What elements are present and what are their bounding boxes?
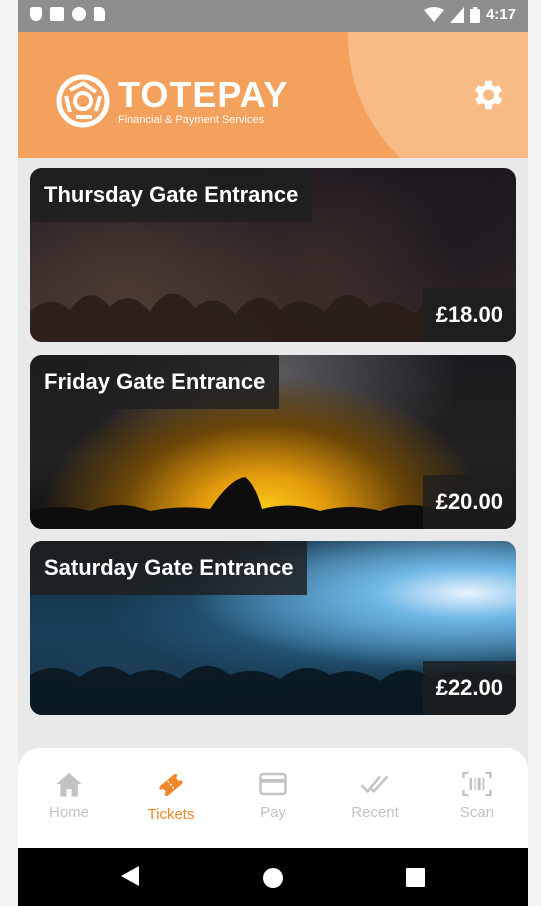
home-icon — [56, 772, 82, 797]
ticket-card-thursday[interactable]: Thursday Gate Entrance £18.00 — [30, 168, 516, 342]
nav-label: Tickets — [147, 806, 195, 823]
ticket-title: Thursday Gate Entrance — [30, 168, 313, 222]
barcode-icon — [462, 771, 492, 797]
brand-tagline: Financial & Payment Services — [118, 113, 265, 126]
signal-icon — [449, 6, 464, 23]
system-navigation-bar — [18, 848, 528, 906]
back-button[interactable] — [121, 866, 139, 891]
nav-label: Scan — [459, 804, 495, 821]
brand-logo: TOTEPAY Financial & Payment Services — [56, 74, 288, 128]
ticket-card-saturday[interactable]: Saturday Gate Entrance £22.00 — [30, 541, 516, 715]
status-left-icons — [30, 7, 105, 21]
back-icon — [121, 866, 139, 886]
status-right: 4:17 — [423, 6, 516, 23]
nav-recent[interactable]: Recent — [330, 748, 420, 848]
status-time: 4:17 — [485, 6, 516, 23]
nav-home[interactable]: Home — [24, 748, 114, 848]
gear-icon — [474, 80, 503, 110]
nav-label: Pay — [260, 804, 286, 821]
battery-icon — [469, 6, 480, 23]
ticket-card-friday[interactable]: Friday Gate Entrance £20.00 — [30, 355, 516, 529]
sd-card-icon — [94, 7, 105, 21]
home-circle-icon — [263, 868, 283, 888]
ticket-title: Friday Gate Entrance — [30, 355, 280, 409]
nav-label: Recent — [351, 804, 399, 821]
circle-icon — [72, 7, 86, 21]
phone-screen: 4:17 TOTEPAY Financial & Payment Service… — [18, 0, 528, 906]
ticket-price: £20.00 — [422, 475, 516, 529]
system-home-button[interactable] — [262, 867, 284, 894]
ticket-price: £18.00 — [422, 288, 516, 342]
brand-name: TOTEPAY — [118, 73, 289, 115]
ticket-price: £22.00 — [422, 661, 516, 715]
wifi-icon — [423, 6, 444, 22]
settings-button[interactable] — [466, 74, 508, 116]
status-bar: 4:17 — [18, 0, 528, 32]
nav-pay[interactable]: Pay — [228, 748, 318, 848]
ticket-title: Saturday Gate Entrance — [30, 541, 308, 595]
ticket-icon — [159, 774, 183, 796]
shield-icon — [30, 7, 42, 21]
card-icon — [259, 772, 287, 796]
checkmarks-icon — [360, 775, 389, 794]
recents-button[interactable] — [406, 868, 425, 892]
a-icon — [50, 7, 64, 21]
recents-icon — [406, 868, 425, 887]
nav-label: Home — [48, 804, 89, 821]
nav-scan[interactable]: Scan — [432, 748, 522, 848]
nav-tickets[interactable]: Tickets — [126, 748, 216, 848]
bottom-navigation: Home Tickets Pay Recent Scan — [18, 748, 528, 848]
aperture-logo-icon — [56, 74, 110, 128]
app-header: TOTEPAY Financial & Payment Services — [18, 32, 528, 158]
